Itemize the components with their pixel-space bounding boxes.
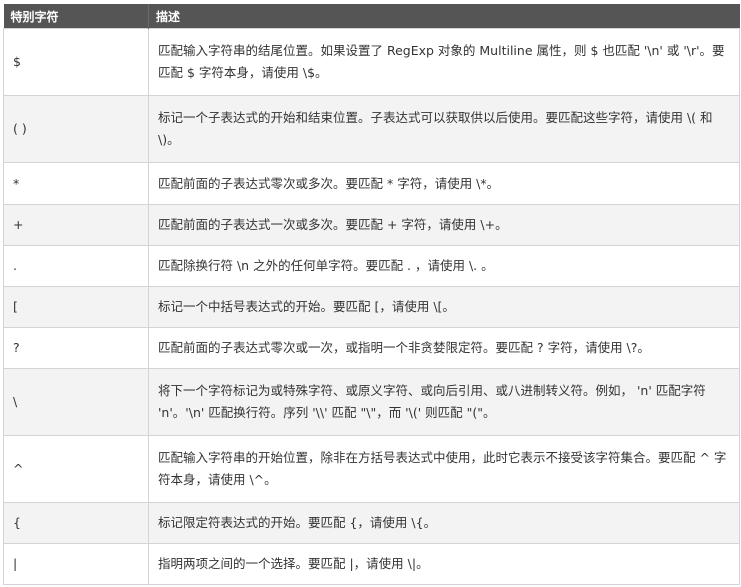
cell-char: ? <box>3 327 149 369</box>
cell-description: 标记一个子表达式的开始和结束位置。子表达式可以获取供以后使用。要匹配这些字符，请… <box>148 95 740 163</box>
special-characters-table: 特别字符 描述 $ 匹配输入字符串的结尾位置。如果设置了 RegExp 对象的 … <box>3 4 740 585</box>
table-row: + 匹配前面的子表达式一次或多次。要匹配 + 字符，请使用 \+。 <box>3 204 740 246</box>
cell-description: 标记限定符表达式的开始。要匹配 {，请使用 \{。 <box>148 502 740 544</box>
cell-char: ( ) <box>3 95 149 163</box>
column-header-char: 特别字符 <box>3 4 149 29</box>
table-row: [ 标记一个中括号表达式的开始。要匹配 [，请使用 \[。 <box>3 286 740 328</box>
cell-description: 标记一个中括号表达式的开始。要匹配 [，请使用 \[。 <box>148 286 740 328</box>
cell-description: 匹配前面的子表达式一次或多次。要匹配 + 字符，请使用 \+。 <box>148 204 740 246</box>
cell-description: 匹配前面的子表达式零次或多次。要匹配 * 字符，请使用 \*。 <box>148 162 740 205</box>
column-header-description: 描述 <box>148 4 740 29</box>
cell-char: $ <box>3 28 149 96</box>
table-row: | 指明两项之间的一个选择。要匹配 |，请使用 \|。 <box>3 543 740 585</box>
cell-char: * <box>3 162 149 205</box>
cell-description: 匹配除换行符 \n 之外的任何单字符。要匹配 . ，请使用 \. 。 <box>148 245 740 287</box>
cell-description: 指明两项之间的一个选择。要匹配 |，请使用 \|。 <box>148 543 740 585</box>
cell-char: ^ <box>3 435 149 503</box>
cell-description: 将下一个字符标记为或特殊字符、或原义字符、或向后引用、或八进制转义符。例如， '… <box>148 368 740 436</box>
cell-char: | <box>3 543 149 585</box>
table-row: \ 将下一个字符标记为或特殊字符、或原义字符、或向后引用、或八进制转义符。例如，… <box>3 368 740 436</box>
cell-description: 匹配输入字符串的结尾位置。如果设置了 RegExp 对象的 Multiline … <box>148 28 740 96</box>
cell-char: { <box>3 502 149 544</box>
cell-char: \ <box>3 368 149 436</box>
cell-description: 匹配输入字符串的开始位置，除非在方括号表达式中使用，此时它表示不接受该字符集合。… <box>148 435 740 503</box>
table-header-row: 特别字符 描述 <box>3 4 740 29</box>
table-row: ( ) 标记一个子表达式的开始和结束位置。子表达式可以获取供以后使用。要匹配这些… <box>3 95 740 163</box>
table-row: { 标记限定符表达式的开始。要匹配 {，请使用 \{。 <box>3 502 740 544</box>
cell-char: + <box>3 204 149 246</box>
table-row: * 匹配前面的子表达式零次或多次。要匹配 * 字符，请使用 \*。 <box>3 162 740 205</box>
cell-char: . <box>3 245 149 287</box>
table-row: ? 匹配前面的子表达式零次或一次，或指明一个非贪婪限定符。要匹配 ? 字符，请使… <box>3 327 740 369</box>
table-row: $ 匹配输入字符串的结尾位置。如果设置了 RegExp 对象的 Multilin… <box>3 28 740 96</box>
table-row: . 匹配除换行符 \n 之外的任何单字符。要匹配 . ，请使用 \. 。 <box>3 245 740 287</box>
cell-char: [ <box>3 286 149 328</box>
table-row: ^ 匹配输入字符串的开始位置，除非在方括号表达式中使用，此时它表示不接受该字符集… <box>3 435 740 503</box>
cell-description: 匹配前面的子表达式零次或一次，或指明一个非贪婪限定符。要匹配 ? 字符，请使用 … <box>148 327 740 369</box>
